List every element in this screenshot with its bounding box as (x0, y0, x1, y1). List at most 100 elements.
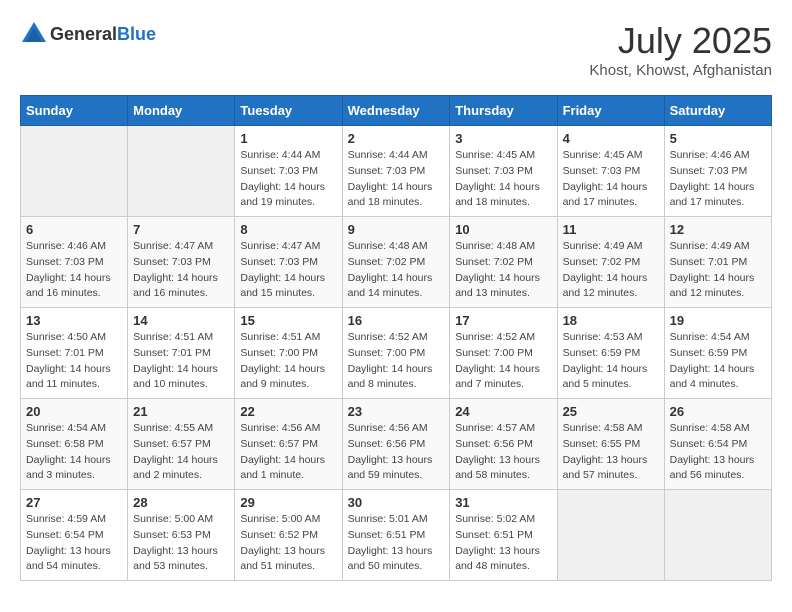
calendar-cell: 9 Sunrise: 4:48 AMSunset: 7:02 PMDaylight… (342, 217, 450, 308)
calendar-cell: 12Sunrise: 4:49 AMSunset: 7:01 PMDayligh… (664, 217, 771, 308)
calendar-cell: 5 Sunrise: 4:46 AMSunset: 7:03 PMDaylight… (664, 126, 771, 217)
day-detail: Sunrise: 4:46 AMSunset: 7:03 PMDaylight:… (26, 239, 122, 302)
day-of-week-wednesday: Wednesday (342, 96, 450, 126)
day-detail: Sunrise: 4:49 AMSunset: 7:02 PMDaylight:… (563, 239, 659, 302)
day-detail: Sunrise: 4:54 AMSunset: 6:58 PMDaylight:… (26, 421, 122, 484)
day-detail: Sunrise: 5:01 AMSunset: 6:51 PMDaylight:… (348, 512, 445, 575)
week-row-5: 27Sunrise: 4:59 AMSunset: 6:54 PMDayligh… (21, 490, 772, 581)
logo: GeneralBlue (20, 20, 156, 48)
calendar-cell: 11Sunrise: 4:49 AMSunset: 7:02 PMDayligh… (557, 217, 664, 308)
day-detail: Sunrise: 4:57 AMSunset: 6:56 PMDaylight:… (455, 421, 551, 484)
page-header: GeneralBlue July 2025 Khost, Khowst, Afg… (20, 20, 772, 79)
days-of-week-row: SundayMondayTuesdayWednesdayThursdayFrid… (21, 96, 772, 126)
day-number: 22 (240, 404, 336, 419)
day-number: 7 (133, 222, 229, 237)
day-number: 15 (240, 313, 336, 328)
day-detail: Sunrise: 5:00 AMSunset: 6:52 PMDaylight:… (240, 512, 336, 575)
day-number: 28 (133, 495, 229, 510)
day-detail: Sunrise: 5:02 AMSunset: 6:51 PMDaylight:… (455, 512, 551, 575)
day-detail: Sunrise: 4:51 AMSunset: 7:00 PMDaylight:… (240, 330, 336, 393)
day-detail: Sunrise: 4:48 AMSunset: 7:02 PMDaylight:… (348, 239, 445, 302)
calendar-cell: 21 Sunrise: 4:55 AMSunset: 6:57 PMDayligh… (128, 399, 235, 490)
week-row-2: 6 Sunrise: 4:46 AMSunset: 7:03 PMDaylight… (21, 217, 772, 308)
day-detail: Sunrise: 4:44 AMSunset: 7:03 PMDaylight:… (348, 148, 445, 211)
day-number: 1 (240, 131, 336, 146)
calendar-cell (664, 490, 771, 581)
day-number: 13 (26, 313, 122, 328)
day-detail: Sunrise: 4:50 AMSunset: 7:01 PMDaylight:… (26, 330, 122, 393)
day-number: 20 (26, 404, 122, 419)
logo-general: General (50, 24, 117, 44)
day-detail: Sunrise: 4:46 AMSunset: 7:03 PMDaylight:… (670, 148, 766, 211)
day-number: 10 (455, 222, 551, 237)
day-detail: Sunrise: 4:47 AMSunset: 7:03 PMDaylight:… (133, 239, 229, 302)
day-number: 31 (455, 495, 551, 510)
month-year: July 2025 (589, 20, 772, 62)
calendar-cell: 28Sunrise: 5:00 AMSunset: 6:53 PMDayligh… (128, 490, 235, 581)
day-number: 6 (26, 222, 122, 237)
day-number: 24 (455, 404, 551, 419)
day-number: 5 (670, 131, 766, 146)
calendar-body: 1 Sunrise: 4:44 AMSunset: 7:03 PMDaylight… (21, 126, 772, 581)
calendar-cell (21, 126, 128, 217)
day-number: 14 (133, 313, 229, 328)
calendar-cell: 1 Sunrise: 4:44 AMSunset: 7:03 PMDaylight… (235, 126, 342, 217)
calendar-cell (128, 126, 235, 217)
day-number: 16 (348, 313, 445, 328)
calendar-cell: 23 Sunrise: 4:56 AMSunset: 6:56 PMDayligh… (342, 399, 450, 490)
day-of-week-friday: Friday (557, 96, 664, 126)
day-detail: Sunrise: 4:49 AMSunset: 7:01 PMDaylight:… (670, 239, 766, 302)
day-detail: Sunrise: 4:56 AMSunset: 6:57 PMDaylight:… (240, 421, 336, 484)
calendar-cell: 4 Sunrise: 4:45 AMSunset: 7:03 PMDaylight… (557, 126, 664, 217)
location: Khost, Khowst, Afghanistan (589, 62, 772, 79)
calendar-cell: 25Sunrise: 4:58 AMSunset: 6:55 PMDayligh… (557, 399, 664, 490)
day-number: 2 (348, 131, 445, 146)
day-number: 21 (133, 404, 229, 419)
calendar-cell: 10 Sunrise: 4:48 AMSunset: 7:02 PMDayligh… (450, 217, 557, 308)
day-detail: Sunrise: 4:48 AMSunset: 7:02 PMDaylight:… (455, 239, 551, 302)
calendar-cell: 14 Sunrise: 4:51 AMSunset: 7:01 PMDayligh… (128, 308, 235, 399)
calendar-cell: 27Sunrise: 4:59 AMSunset: 6:54 PMDayligh… (21, 490, 128, 581)
week-row-4: 20 Sunrise: 4:54 AMSunset: 6:58 PMDayligh… (21, 399, 772, 490)
calendar-table: SundayMondayTuesdayWednesdayThursdayFrid… (20, 95, 772, 581)
day-detail: Sunrise: 4:56 AMSunset: 6:56 PMDaylight:… (348, 421, 445, 484)
calendar-header: SundayMondayTuesdayWednesdayThursdayFrid… (21, 96, 772, 126)
day-detail: Sunrise: 4:47 AMSunset: 7:03 PMDaylight:… (240, 239, 336, 302)
day-of-week-saturday: Saturday (664, 96, 771, 126)
title-block: July 2025 Khost, Khowst, Afghanistan (589, 20, 772, 79)
week-row-1: 1 Sunrise: 4:44 AMSunset: 7:03 PMDaylight… (21, 126, 772, 217)
day-detail: Sunrise: 4:45 AMSunset: 7:03 PMDaylight:… (563, 148, 659, 211)
day-detail: Sunrise: 4:59 AMSunset: 6:54 PMDaylight:… (26, 512, 122, 575)
day-detail: Sunrise: 4:51 AMSunset: 7:01 PMDaylight:… (133, 330, 229, 393)
calendar-cell: 3Sunrise: 4:45 AMSunset: 7:03 PMDaylight… (450, 126, 557, 217)
calendar-cell: 6 Sunrise: 4:46 AMSunset: 7:03 PMDaylight… (21, 217, 128, 308)
day-number: 23 (348, 404, 445, 419)
calendar-cell: 22 Sunrise: 4:56 AMSunset: 6:57 PMDayligh… (235, 399, 342, 490)
calendar-cell: 26Sunrise: 4:58 AMSunset: 6:54 PMDayligh… (664, 399, 771, 490)
day-detail: Sunrise: 4:52 AMSunset: 7:00 PMDaylight:… (455, 330, 551, 393)
week-row-3: 13 Sunrise: 4:50 AMSunset: 7:01 PMDayligh… (21, 308, 772, 399)
calendar-cell: 13 Sunrise: 4:50 AMSunset: 7:01 PMDayligh… (21, 308, 128, 399)
day-detail: Sunrise: 4:58 AMSunset: 6:55 PMDaylight:… (563, 421, 659, 484)
calendar-cell: 7 Sunrise: 4:47 AMSunset: 7:03 PMDaylight… (128, 217, 235, 308)
calendar-cell: 31 Sunrise: 5:02 AMSunset: 6:51 PMDayligh… (450, 490, 557, 581)
calendar-cell: 8Sunrise: 4:47 AMSunset: 7:03 PMDaylight… (235, 217, 342, 308)
calendar-cell: 17Sunrise: 4:52 AMSunset: 7:00 PMDayligh… (450, 308, 557, 399)
day-detail: Sunrise: 4:45 AMSunset: 7:03 PMDaylight:… (455, 148, 551, 211)
day-detail: Sunrise: 4:44 AMSunset: 7:03 PMDaylight:… (240, 148, 336, 211)
calendar-cell: 2 Sunrise: 4:44 AMSunset: 7:03 PMDaylight… (342, 126, 450, 217)
calendar-cell: 24 Sunrise: 4:57 AMSunset: 6:56 PMDayligh… (450, 399, 557, 490)
day-number: 9 (348, 222, 445, 237)
day-number: 30 (348, 495, 445, 510)
calendar-cell: 19Sunrise: 4:54 AMSunset: 6:59 PMDayligh… (664, 308, 771, 399)
day-number: 4 (563, 131, 659, 146)
day-number: 18 (563, 313, 659, 328)
calendar-cell: 15 Sunrise: 4:51 AMSunset: 7:00 PMDayligh… (235, 308, 342, 399)
day-number: 29 (240, 495, 336, 510)
day-detail: Sunrise: 4:55 AMSunset: 6:57 PMDaylight:… (133, 421, 229, 484)
calendar-cell: 18 Sunrise: 4:53 AMSunset: 6:59 PMDayligh… (557, 308, 664, 399)
logo-icon (20, 20, 48, 48)
day-detail: Sunrise: 4:54 AMSunset: 6:59 PMDaylight:… (670, 330, 766, 393)
day-detail: Sunrise: 4:53 AMSunset: 6:59 PMDaylight:… (563, 330, 659, 393)
day-of-week-tuesday: Tuesday (235, 96, 342, 126)
